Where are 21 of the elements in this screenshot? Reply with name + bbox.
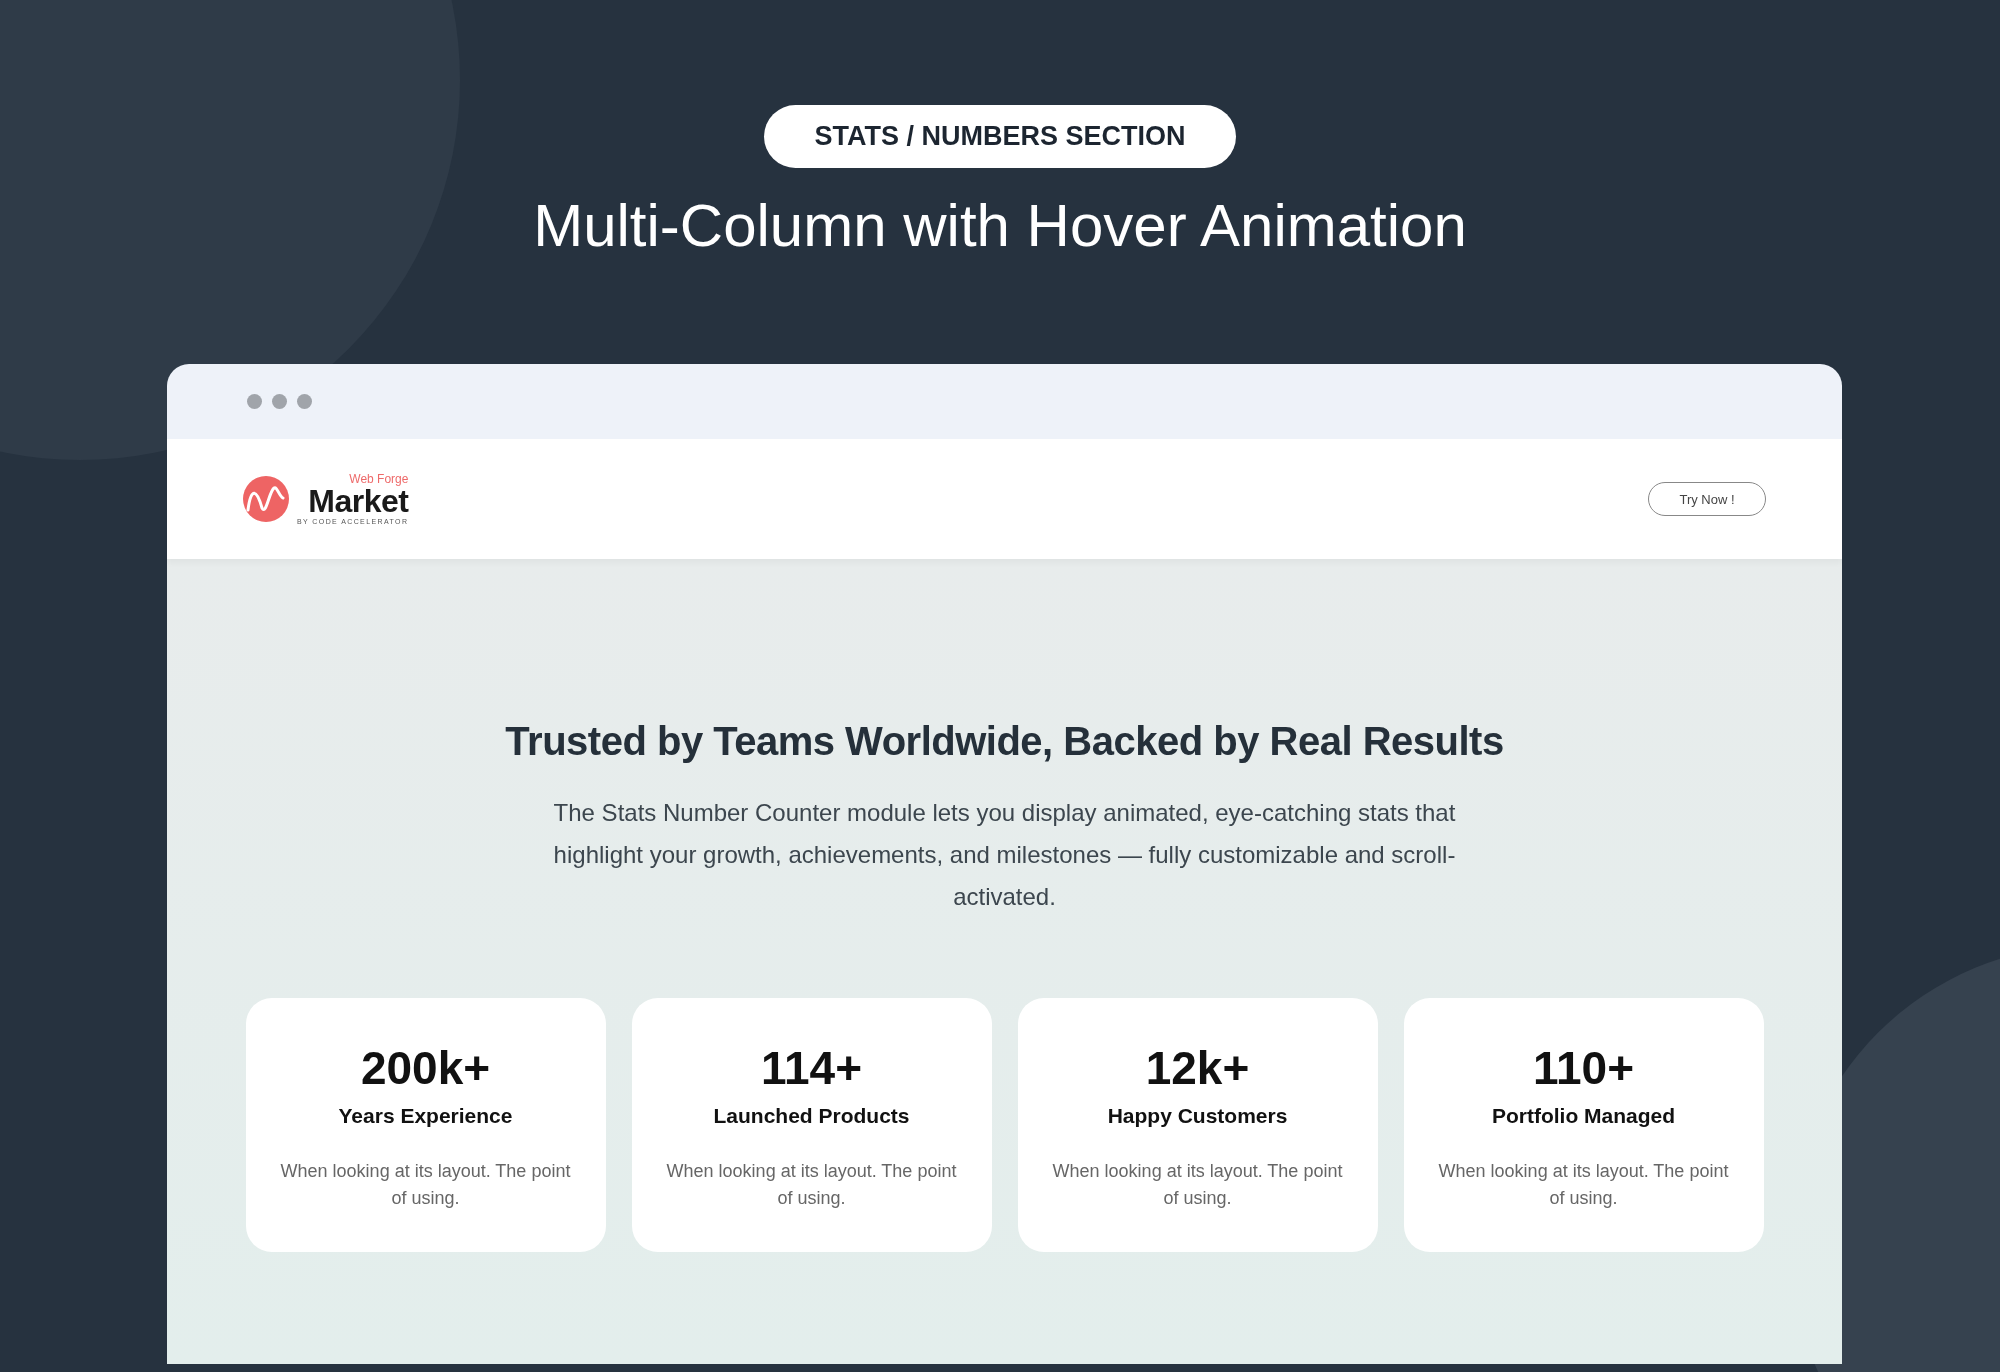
stat-label: Launched Products xyxy=(713,1104,910,1128)
stat-label: Portfolio Managed xyxy=(1491,1104,1676,1128)
stat-label: Years Experience xyxy=(338,1104,513,1128)
page-headline: Multi-Column with Hover Animation xyxy=(533,191,1467,261)
stat-description: When looking at its layout. The point of using. xyxy=(279,1160,572,1210)
window-dots-icon xyxy=(247,394,312,409)
stat-value: 12k+ xyxy=(1145,1042,1250,1094)
try-now-button[interactable]: Try Now ! xyxy=(1648,482,1766,516)
logo-icon xyxy=(243,476,289,522)
section-heading: Trusted by Teams Worldwide, Backed by Real Results xyxy=(505,719,1504,764)
stat-value: 200k+ xyxy=(360,1042,491,1094)
section-badge: STATS / NUMBERS SECTION xyxy=(764,105,1236,168)
stat-description: When looking at its layout. The point of using. xyxy=(1051,1160,1344,1210)
stat-description: When looking at its layout. The point of using. xyxy=(1437,1160,1730,1210)
logo-tagline: Web Forge xyxy=(349,473,409,485)
logo-name: Market xyxy=(308,485,409,517)
stat-value: 114+ xyxy=(760,1042,863,1094)
section-description: The Stats Number Counter module lets you display animated, eye-catching stats that highlight your growth, achievements, and milestones — fully customizable and scroll-activated. xyxy=(552,798,1457,912)
stat-value: 110+ xyxy=(1532,1042,1635,1094)
stat-description: When looking at its layout. The point of using. xyxy=(665,1160,958,1210)
stat-label: Happy Customers xyxy=(1107,1104,1288,1128)
